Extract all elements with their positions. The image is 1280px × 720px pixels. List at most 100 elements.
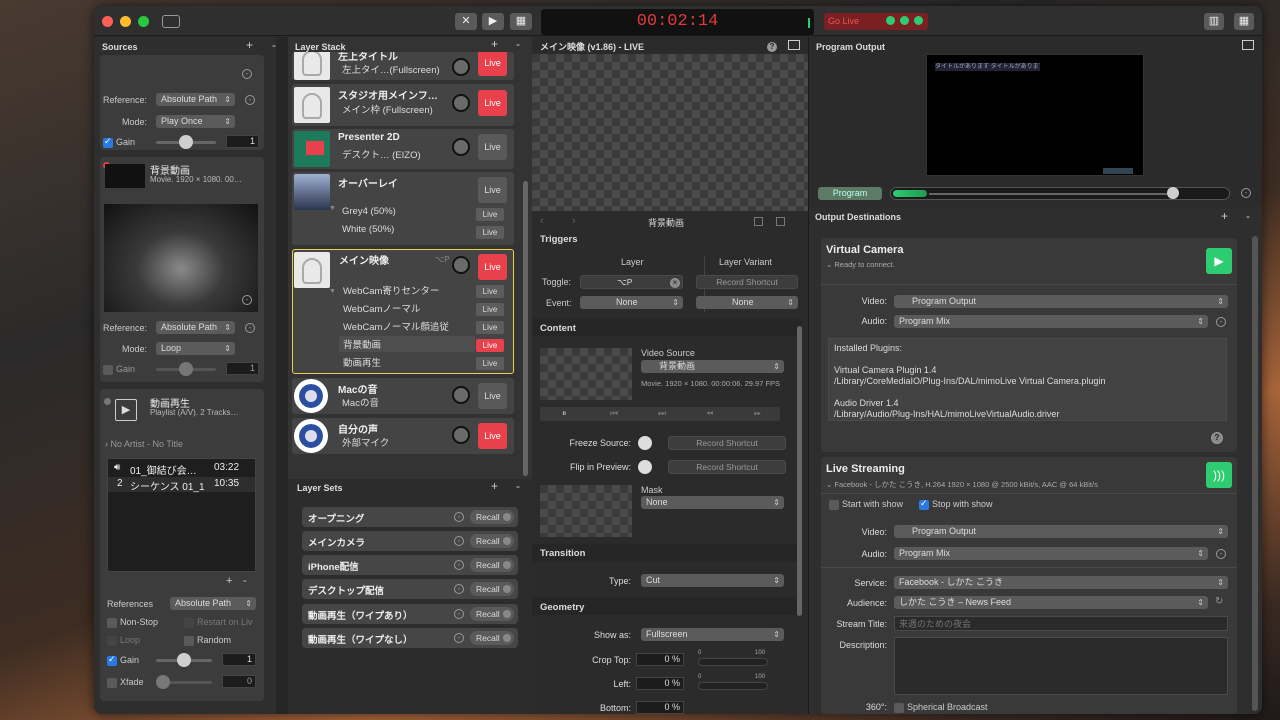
freeze-source-toggle[interactable] xyxy=(638,436,652,450)
recall-button[interactable]: Recall xyxy=(470,534,514,548)
start-with-show-checkbox[interactable] xyxy=(829,500,839,510)
layer-stack-scrollbar[interactable] xyxy=(523,181,528,476)
program-options-icon[interactable]: - xyxy=(1241,188,1251,198)
gain-field[interactable]: 1 xyxy=(226,135,259,148)
grid-layout-icon[interactable]: ▦ xyxy=(1234,13,1254,30)
mode-select[interactable]: Play Once xyxy=(156,115,235,128)
options-icon[interactable]: - xyxy=(454,560,464,570)
variant-name[interactable]: 動画再生 xyxy=(343,355,381,369)
live-button[interactable]: Live xyxy=(478,90,507,116)
options-icon[interactable]: - xyxy=(454,633,464,643)
variants-disclosure-icon[interactable]: ▼ xyxy=(329,205,336,212)
add-layer-set-icon[interactable]: + xyxy=(491,479,498,493)
flip-preview-toggle[interactable] xyxy=(638,460,652,474)
copy-icon[interactable] xyxy=(776,217,785,226)
non-stop-checkbox[interactable] xyxy=(107,618,117,628)
show-as-select[interactable]: Fullscreen xyxy=(641,628,784,641)
source-card-playlist[interactable]: ▶ 動画再生 Playlist (A/V). 2 Tracks… › No Ar… xyxy=(100,389,264,701)
stream-title-input[interactable] xyxy=(894,616,1228,631)
stop-with-show-checkbox[interactable] xyxy=(919,498,929,510)
refresh-icon[interactable]: ↻ xyxy=(1215,596,1223,607)
add-source-icon[interactable]: + xyxy=(246,38,253,52)
previous-variant-icon[interactable]: ‹ xyxy=(540,215,544,227)
remove-destination-icon[interactable]: - xyxy=(1246,209,1250,223)
layer-set-row[interactable]: デスクトップ配信 - Recall xyxy=(302,579,518,599)
audio-select[interactable]: Program Mix xyxy=(894,315,1208,328)
zoom-window-button[interactable] xyxy=(138,16,149,27)
variant-live-button[interactable]: Live xyxy=(476,226,504,239)
recall-button[interactable]: Recall xyxy=(470,558,514,572)
reference-options-icon[interactable]: - xyxy=(245,323,255,333)
crop-top-field[interactable]: 0 % xyxy=(636,653,684,666)
options-icon[interactable]: - xyxy=(454,584,464,594)
skip-back-icon[interactable]: ⏮︎ xyxy=(610,408,618,419)
variant-live-button[interactable]: Live xyxy=(476,208,504,221)
virtual-camera-card[interactable]: Virtual Camera ⌄ Ready to connect. ▶ Vid… xyxy=(821,238,1237,452)
options-icon[interactable]: - xyxy=(242,295,252,305)
record-shortcut-button[interactable]: Record Shortcut xyxy=(696,275,798,289)
variant-name[interactable]: 背景動画 xyxy=(343,337,381,351)
variant-event-select[interactable]: None xyxy=(696,296,798,309)
layout-icon[interactable]: ▥ xyxy=(1204,13,1224,30)
options-icon[interactable]: - xyxy=(454,609,464,619)
gain-slider-knob[interactable] xyxy=(179,362,193,376)
service-select[interactable]: Facebook - しかた こうき xyxy=(894,576,1228,589)
options-icon[interactable]: - xyxy=(454,536,464,546)
transition-type-select[interactable]: Cut xyxy=(641,574,784,587)
variant-name[interactable]: WebCamノーマル顔追従 xyxy=(343,319,449,333)
xfade-field[interactable]: 0 xyxy=(222,675,256,688)
variant-live-button[interactable]: Live xyxy=(476,339,504,352)
random-checkbox[interactable] xyxy=(184,636,194,646)
options-icon[interactable]: - xyxy=(454,512,464,522)
popout-icon[interactable] xyxy=(788,40,800,50)
virtual-camera-on-icon[interactable]: ▶ xyxy=(1206,248,1232,274)
variant-name[interactable]: White (50%) xyxy=(342,224,394,235)
options-icon[interactable]: - xyxy=(242,69,252,79)
xfade-slider-knob[interactable] xyxy=(156,675,170,689)
recall-button[interactable]: Recall xyxy=(470,631,514,645)
gain-slider-knob[interactable] xyxy=(177,653,191,667)
add-destination-icon[interactable]: + xyxy=(1221,209,1228,223)
toggle-shortcut-field[interactable]: ⌥P xyxy=(580,275,683,289)
reference-options-icon[interactable]: - xyxy=(245,95,255,105)
variant-name[interactable]: WebCamノーマル xyxy=(343,301,420,315)
audio-options-icon[interactable]: - xyxy=(1216,549,1226,559)
video-source-select[interactable]: 背景動画 xyxy=(641,360,784,373)
xfade-checkbox[interactable] xyxy=(107,678,117,688)
source-card-video[interactable]: - Reference: Absolute Path - Mode: Play … xyxy=(100,55,264,150)
layer-row[interactable]: Macの音 Macの音 Live xyxy=(292,378,514,414)
live-button[interactable]: Live xyxy=(478,134,507,160)
volume-dial[interactable] xyxy=(452,426,470,444)
popout-icon[interactable] xyxy=(1242,40,1254,50)
media-icon[interactable]: ▶ xyxy=(482,13,504,30)
layer-set-row[interactable]: 動画再生（ワイプなし） - Recall xyxy=(302,628,518,648)
audience-select[interactable]: しかた こうき – News Feed xyxy=(894,596,1208,609)
live-button[interactable]: Live xyxy=(478,423,507,449)
layer-row[interactable]: 自分の声 外部マイク Live xyxy=(292,418,514,454)
gain-checkbox[interactable] xyxy=(103,365,113,375)
volume-dial[interactable] xyxy=(452,256,470,274)
live-streaming-card[interactable]: Live Streaming ⌄ Facebook - しかた こうき, H.2… xyxy=(821,457,1237,714)
restart-checkbox[interactable] xyxy=(184,618,194,628)
film-icon[interactable]: ▦ xyxy=(510,13,532,30)
remove-layer-set-icon[interactable]: - xyxy=(516,479,520,493)
variant-live-button[interactable]: Live xyxy=(476,285,504,298)
event-select[interactable]: None xyxy=(580,296,683,309)
audio-select[interactable]: Program Mix xyxy=(894,547,1208,560)
variant-live-button[interactable]: Live xyxy=(476,357,504,370)
track-row[interactable]: 🔊︎ 01_御結び会… 03:22 xyxy=(108,461,255,477)
track-row[interactable]: 2 シーケンス 01_1 10:35 xyxy=(108,477,255,493)
source-card-movie[interactable]: 背景動画 Movie. 1920 × 1080. 00… - Reference… xyxy=(100,157,264,382)
mask-select[interactable]: None xyxy=(641,496,784,509)
layer-set-row[interactable]: 動画再生（ワイプあり） - Recall xyxy=(302,604,518,624)
layer-set-row[interactable]: メインカメラ - Recall xyxy=(302,531,518,551)
crop-left-field[interactable]: 0 % xyxy=(636,677,684,690)
gain-checkbox[interactable] xyxy=(103,136,113,148)
live-button[interactable]: Live xyxy=(478,52,507,76)
go-live-button[interactable]: Go Live xyxy=(824,13,928,30)
volume-dial[interactable] xyxy=(452,386,470,404)
inspector-scrollbar[interactable] xyxy=(797,326,802,616)
layer-row[interactable]: スタジオ用メインフ… メイン枠 (Fullscreen) Live xyxy=(292,84,514,126)
freeze-record-shortcut-button[interactable]: Record Shortcut xyxy=(668,436,786,450)
variant-name[interactable]: Grey4 (50%) xyxy=(342,206,396,217)
